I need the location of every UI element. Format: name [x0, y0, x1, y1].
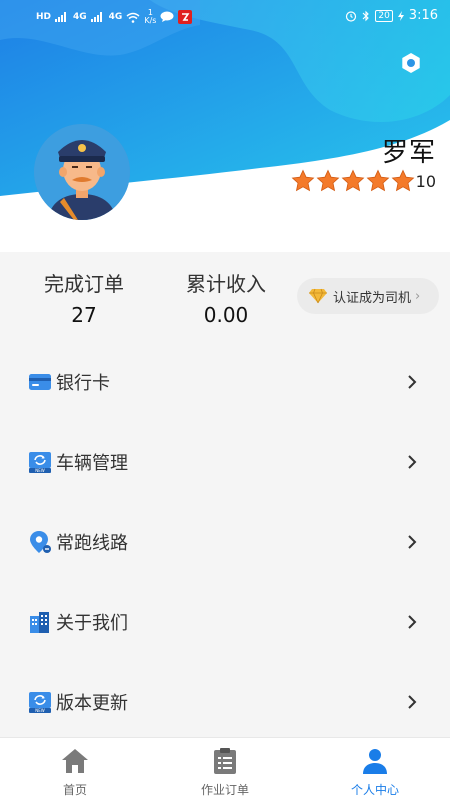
app-notification-icon [178, 10, 193, 24]
menu-item-about-us[interactable]: 关于我们 [0, 582, 450, 662]
police-avatar-icon [34, 124, 130, 220]
menu-label: 常跑线路 [56, 533, 128, 554]
nav-item-home[interactable]: 首页 [0, 738, 150, 801]
chevron-right-icon [408, 535, 417, 549]
bank-card-icon [29, 374, 51, 390]
battery-indicator: 20 [375, 9, 393, 22]
rating: 10 [290, 169, 436, 193]
avatar[interactable] [34, 124, 130, 220]
menu-label: 银行卡 [56, 373, 110, 394]
svg-text:NEW: NEW [35, 708, 45, 713]
nav-item-personal-center[interactable]: 个人中心 [300, 738, 450, 801]
menu-item-version-update[interactable]: NEW 版本更新 [0, 662, 450, 742]
nav-item-work-orders[interactable]: 作业订单 [150, 738, 300, 801]
completed-orders-stat[interactable]: 完成订单 27 [24, 268, 144, 327]
menu-label: 车辆管理 [56, 453, 128, 474]
chevron-right-icon [408, 455, 417, 469]
alarm-icon [346, 10, 357, 22]
signal-icon [90, 12, 102, 22]
total-income-label: 累计收入 [186, 272, 266, 296]
chevron-right-icon [408, 695, 417, 709]
status-time: 3:16 [408, 8, 438, 23]
chevron-right-icon [408, 615, 417, 629]
menu-item-bank-card[interactable]: 银行卡 [0, 342, 450, 422]
svg-text:NEW: NEW [35, 468, 45, 473]
nav-label: 首页 [62, 783, 87, 797]
star-icon [316, 169, 340, 192]
menu-item-frequent-routes[interactable]: 常跑线路 [0, 502, 450, 582]
star-icon [341, 169, 365, 192]
certify-driver-label: 认证成为司机 [333, 290, 412, 306]
completed-orders-value: 27 [71, 303, 97, 327]
diamond-icon [309, 288, 327, 304]
settings-button[interactable] [398, 50, 424, 76]
network-speed-unit: K/s [144, 16, 157, 25]
menu-list: 银行卡 NEW 车辆管理 常跑线路 关于我们 NEW 版本更新 [0, 342, 450, 742]
certify-driver-button[interactable]: 认证成为司机 › [297, 278, 439, 314]
network-label: HD [36, 12, 52, 22]
home-icon [62, 749, 88, 773]
completed-orders-label: 完成订单 [44, 272, 124, 296]
signal-type-1: 4G [73, 12, 87, 22]
clipboard-icon [214, 748, 236, 774]
nav-label: 作业订单 [200, 783, 249, 797]
user-name: 罗军 [381, 138, 436, 168]
wifi-icon [126, 12, 140, 23]
status-bar: HD 4G 4G 1 K/s 20 3:16 [0, 0, 450, 34]
gear-icon [402, 53, 420, 73]
nav-label: 个人中心 [350, 783, 399, 797]
profile-header: HD 4G 4G 1 K/s 20 3:16 罗军 10 [0, 0, 450, 252]
star-icon [291, 169, 315, 192]
signal-icon [55, 12, 67, 22]
message-icon [160, 11, 174, 22]
chevron-right-icon: › [415, 288, 421, 304]
star-icon [366, 169, 390, 192]
signal-type-2: 4G [108, 12, 123, 22]
building-icon [30, 612, 49, 633]
total-income-value: 0.00 [203, 303, 249, 327]
total-income-stat[interactable]: 累计收入 0.00 [166, 268, 286, 327]
route-pin-icon [30, 531, 51, 553]
vehicle-icon: NEW [29, 452, 51, 473]
rating-value: 10 [415, 171, 436, 191]
charging-icon [397, 10, 404, 21]
star-icon [391, 169, 415, 192]
bluetooth-icon [362, 10, 370, 21]
person-icon [363, 749, 387, 774]
menu-item-vehicle-management[interactable]: NEW 车辆管理 [0, 422, 450, 502]
rating-stars [290, 169, 415, 193]
menu-label: 关于我们 [56, 613, 128, 634]
menu-label: 版本更新 [56, 693, 128, 714]
network-speed: 1 K/s [144, 9, 156, 25]
update-icon: NEW [29, 692, 51, 713]
bottom-navigation: 首页 作业订单 个人中心 [0, 737, 450, 801]
chevron-right-icon [408, 375, 417, 389]
